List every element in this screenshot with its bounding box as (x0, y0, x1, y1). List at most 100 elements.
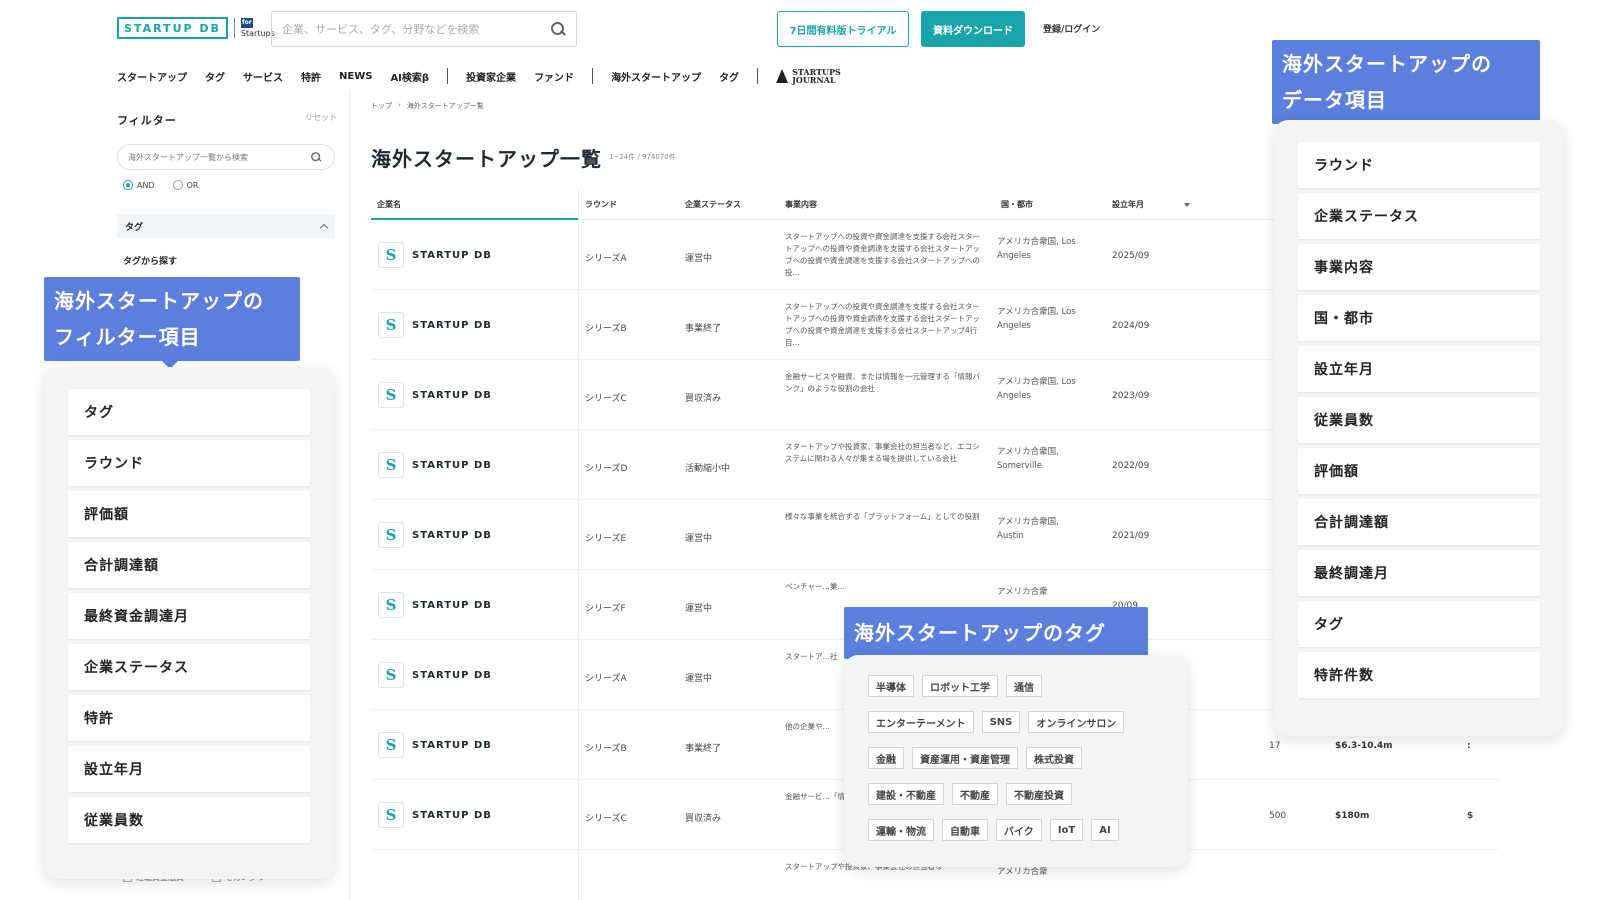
nav-divider (447, 68, 449, 84)
radio-or[interactable]: OR (172, 180, 198, 190)
data-item: 評価額 (1298, 448, 1540, 494)
sort-icon[interactable] (1184, 202, 1190, 207)
data-item: 設立年月 (1298, 346, 1540, 392)
sidebar-search (117, 144, 335, 170)
company-name[interactable]: STARTUP DB (412, 740, 492, 751)
global-search-input[interactable] (282, 22, 550, 36)
tag-chip[interactable]: 株式投資 (1026, 747, 1082, 769)
data-item: 事業内容 (1298, 244, 1540, 290)
col-desc[interactable]: 事業内容 (785, 199, 817, 210)
tag-chip[interactable]: 不動産投資 (1006, 783, 1072, 805)
search-icon[interactable] (550, 21, 566, 37)
status-cell: 買収済み (685, 394, 722, 404)
company-name[interactable]: STARTUP DB (412, 390, 492, 401)
company-cell[interactable]: S STARTUP DB (378, 522, 492, 548)
tag-chip[interactable]: 自動車 (942, 819, 988, 841)
result-count: 1~24件 / 974070件 (609, 153, 676, 161)
col-year[interactable]: 設立年月 (1112, 199, 1190, 210)
data-item: 合計調達額 (1298, 499, 1540, 545)
company-name[interactable]: STARTUP DB (412, 670, 492, 681)
filter-callout: 海外スタートアップの フィルター項目 (44, 277, 300, 369)
company-cell[interactable]: S STARTUP DB (378, 662, 492, 688)
data-item: タグ (1298, 601, 1540, 647)
company-name[interactable]: STARTUP DB (412, 810, 492, 821)
trial-button[interactable]: 7日間有料版トライアル (777, 11, 909, 47)
filter-item: 設立年月 (68, 746, 310, 792)
company-logo-icon: S (378, 802, 404, 828)
company-logo-icon: S (378, 732, 404, 758)
company-cell[interactable]: S STARTUP DB (378, 592, 492, 618)
tag-chip[interactable]: エンターテーメント (868, 711, 974, 733)
logo-sub-badge: for (240, 18, 253, 28)
company-cell[interactable]: S STARTUP DB (378, 382, 492, 408)
nav-overseas-startups[interactable]: 海外スタートアップ (611, 69, 701, 84)
tag-chip[interactable]: 資産運用・資産管理 (912, 747, 1018, 769)
radio-and[interactable]: AND (123, 180, 155, 190)
company-cell[interactable]: S STARTUP DB (378, 242, 492, 268)
valuation-cell: $6.3-10.4m (1335, 741, 1393, 751)
col-status[interactable]: 企業ステータス (685, 199, 741, 210)
tag-chip[interactable]: 半導体 (868, 675, 914, 697)
status-cell: 買収済み (685, 814, 722, 824)
company-name[interactable]: STARTUP DB (412, 460, 492, 471)
nav-overseas-tags[interactable]: タグ (719, 69, 739, 84)
download-button[interactable]: 資料ダウンロード (921, 11, 1025, 47)
tag-callout: 海外スタートアップのタグ (844, 607, 1148, 667)
tag-chip[interactable]: AI (1091, 819, 1119, 841)
nav-ai-search[interactable]: AI検索β (390, 69, 429, 84)
tag-chip[interactable]: SNS (981, 711, 1021, 733)
tag-chip[interactable]: バイク (996, 819, 1042, 841)
data-callout-line1: 海外スタートアップの (1282, 52, 1492, 76)
nav-tags[interactable]: タグ (205, 69, 225, 84)
company-name[interactable]: STARTUP DB (412, 320, 492, 331)
country-cell: アメリカ合衆国, Somerville (997, 447, 1059, 471)
site-logo[interactable]: STARTUP DB for Startups (117, 17, 275, 39)
login-link[interactable]: 登録/ログイン (1043, 22, 1100, 35)
tag-chip[interactable]: 建設・不動産 (868, 783, 944, 805)
breadcrumb-home[interactable]: トップ (371, 101, 392, 111)
company-name[interactable]: STARTUP DB (412, 530, 492, 541)
tag-chip[interactable]: 金融 (868, 747, 904, 769)
tag-chip[interactable]: 運輸・物流 (868, 819, 934, 841)
nav-services[interactable]: サービス (243, 69, 283, 84)
description-cell: 様々な事業を統合する「プラットフォーム」としての役割 (785, 512, 980, 521)
tag-section-header[interactable]: タグ (117, 214, 335, 238)
startups-journal-link[interactable]: STARTUPS JOURNAL (776, 68, 841, 84)
tag-chip[interactable]: 不動産 (952, 783, 998, 805)
company-cell[interactable]: S STARTUP DB (378, 802, 492, 828)
description-cell: ベンチャー…業… (785, 582, 845, 591)
tag-chip[interactable]: ロボット工学 (922, 675, 998, 697)
filter-item: ラウンド (68, 440, 310, 486)
company-cell[interactable]: S STARTUP DB (378, 452, 492, 478)
company-name[interactable]: STARTUP DB (412, 600, 492, 611)
company-logo-icon: S (378, 242, 404, 268)
data-items-panel: ラウンド 企業ステータス 事業内容 国・都市 設立年月 従業員数 評価額 合計調達額 最終調達月… (1274, 120, 1564, 736)
nav-startups[interactable]: スタートアップ (117, 69, 187, 84)
description-cell: スタートアップへの投資や資金調達を支援する会社スタートアップへの投資や資金調達を… (785, 232, 980, 277)
col-round[interactable]: ラウンド (585, 199, 617, 210)
tag-chip[interactable]: オンラインサロン (1028, 711, 1125, 733)
tag-search-label: タグから探す (123, 257, 178, 267)
company-name[interactable]: STARTUP DB (412, 250, 492, 261)
status-cell: 運営中 (685, 674, 713, 684)
employees-cell: 500 (1269, 811, 1287, 821)
breadcrumb-current: 海外スタートアップ一覧 (406, 102, 484, 110)
col-company[interactable]: 企業名 (371, 190, 578, 220)
tag-chip[interactable]: IoT (1049, 819, 1084, 841)
tag-chip[interactable]: 通信 (1006, 675, 1042, 697)
company-cell[interactable]: S STARTUP DB (378, 732, 492, 758)
col-country[interactable]: 国・都市 (1001, 199, 1033, 210)
company-cell[interactable]: S STARTUP DB (378, 312, 492, 338)
data-item: 従業員数 (1298, 397, 1540, 443)
journal-bottom: JOURNAL (792, 75, 836, 85)
company-logo-icon: S (378, 452, 404, 478)
nav-patents[interactable]: 特許 (301, 69, 321, 84)
sidebar-search-input[interactable] (128, 152, 308, 162)
global-search (271, 11, 577, 47)
nav-investors[interactable]: 投資家企業 (466, 69, 516, 84)
nav-funds[interactable]: ファンド (534, 69, 574, 84)
nav-divider (757, 68, 759, 84)
filter-reset-link[interactable]: リセット (305, 112, 337, 123)
search-icon[interactable] (310, 151, 321, 162)
nav-news[interactable]: NEWS (339, 71, 372, 82)
